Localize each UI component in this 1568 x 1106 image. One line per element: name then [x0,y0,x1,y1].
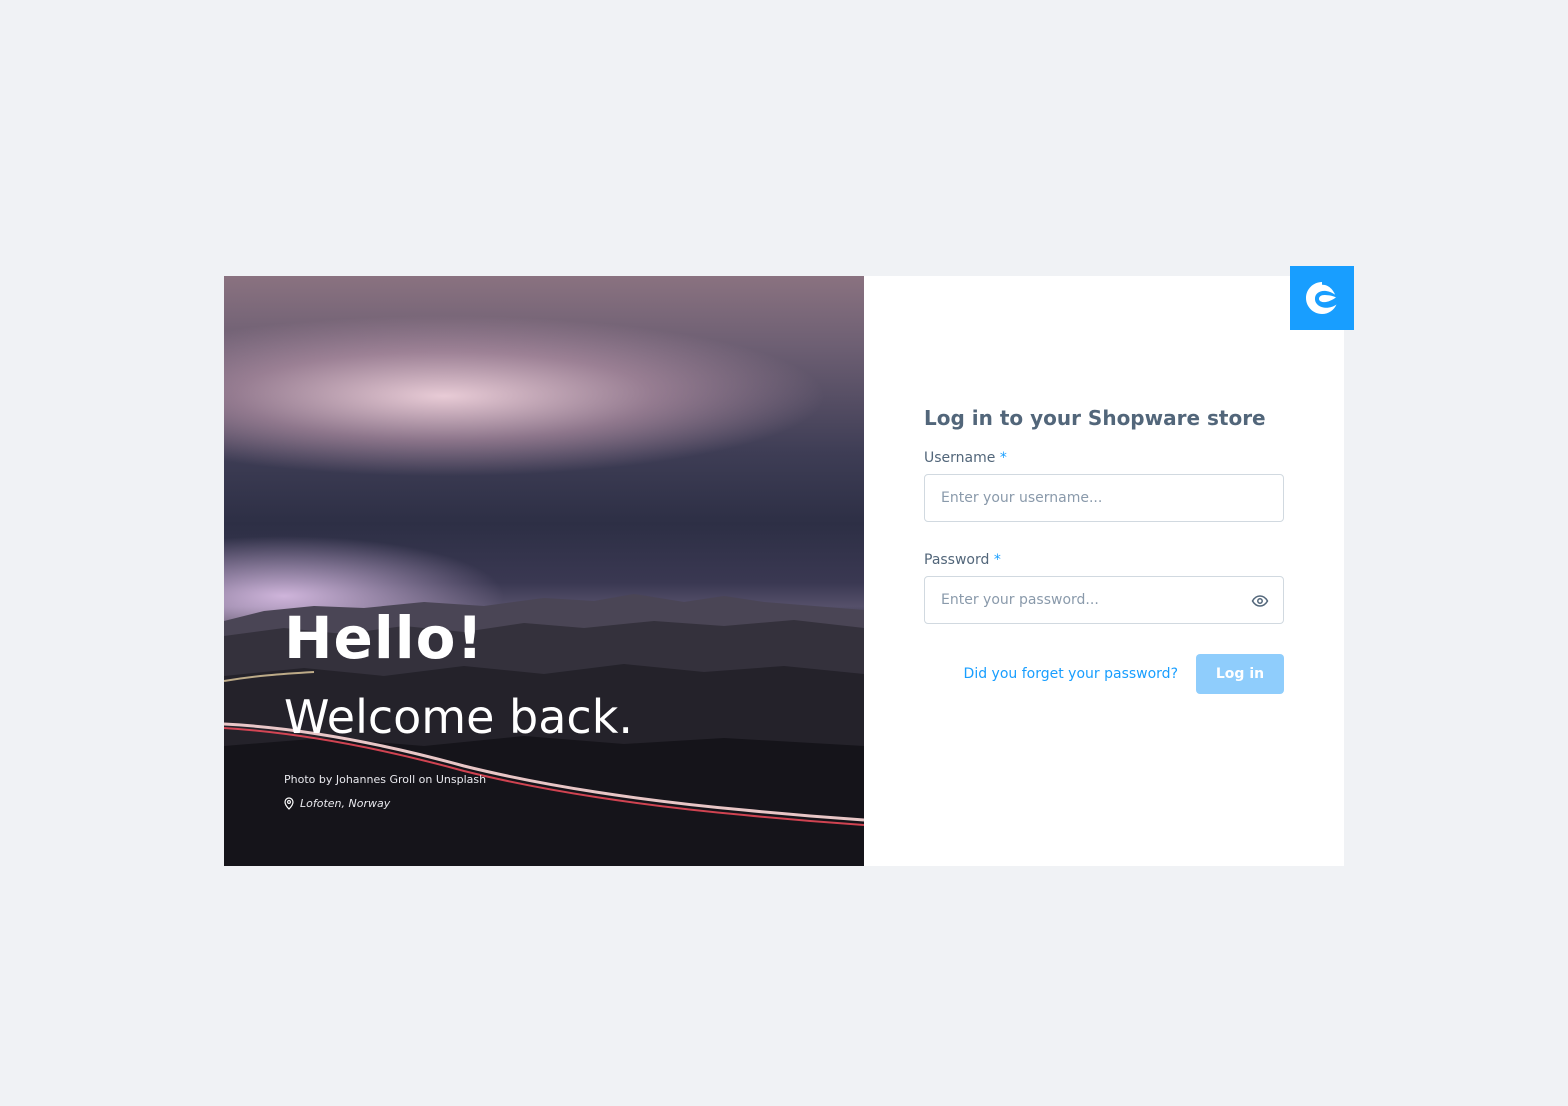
forgot-password-link[interactable]: Did you forget your password? [964,666,1178,682]
password-label-text: Password [924,552,990,568]
location-label: Lofoten, Norway [300,797,391,810]
shopware-logo [1290,266,1354,330]
login-card: Hello! Welcome back. Photo by Johannes G… [224,276,1344,866]
username-required-marker: * [999,450,1007,466]
username-input-wrapper [924,474,1284,522]
login-form: Log in to your Shopware store Username *… [924,406,1284,694]
hello-heading: Hello! [284,604,484,672]
photo-location: Lofoten, Norway [284,797,390,810]
password-required-marker: * [993,552,1001,568]
username-input[interactable] [925,475,1257,521]
photo-credit: Photo by Johannes Groll on Unsplash [284,773,487,786]
page-title: Log in to your Shopware store [924,406,1266,430]
shopware-logo-icon [1306,282,1337,314]
username-label-text: Username [924,450,996,466]
welcome-heading: Welcome back. [284,690,633,744]
password-input[interactable] [925,577,1257,623]
password-field-group: Password * [924,552,1284,624]
form-actions: Did you forget your password? Log in [924,654,1284,694]
eye-icon[interactable] [1251,592,1269,610]
password-label: Password * [924,552,1284,568]
username-field-group: Username * [924,450,1284,522]
username-label: Username * [924,450,1284,466]
map-pin-icon [284,797,294,810]
background-photo: Hello! Welcome back. Photo by Johannes G… [224,276,864,866]
login-button[interactable]: Log in [1196,654,1284,694]
password-input-wrapper [924,576,1284,624]
